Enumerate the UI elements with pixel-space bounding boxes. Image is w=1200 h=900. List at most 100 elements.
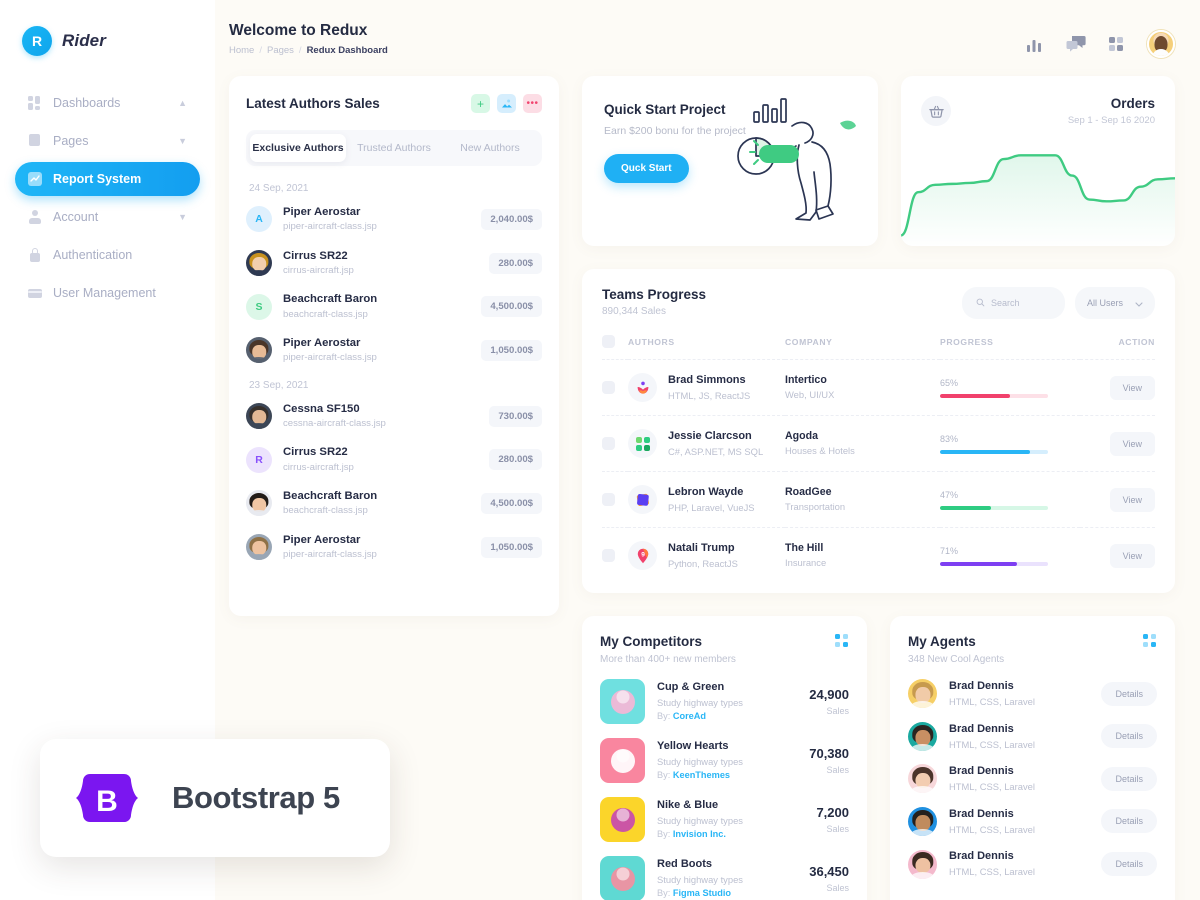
orders-header: Orders Sep 1 - Sep 16 2020 — [901, 76, 1175, 126]
topbar-icons — [1024, 22, 1175, 58]
list-item-text: Piper Aerostar piper-aircraft-class.jsp — [283, 533, 470, 562]
all-users-filter[interactable]: All Users — [1074, 287, 1155, 319]
dots-grid-icon[interactable] — [1143, 634, 1157, 648]
list-item[interactable]: A Piper Aerostar piper-aircraft-class.jsp 2… — [246, 205, 542, 234]
list-item[interactable]: Brad Dennis HTML, CSS, Laravel Details — [908, 849, 1157, 879]
sidebar-item-report-system[interactable]: Report System — [15, 162, 200, 196]
page-heading: Welcome to Redux Home / Pages / Redux Da… — [229, 22, 388, 56]
my-agents-title: My Agents — [908, 634, 976, 649]
details-button[interactable]: Details — [1101, 766, 1157, 791]
list-item[interactable]: Piper Aerostar piper-aircraft-class.jsp 1,… — [246, 336, 542, 365]
list-item[interactable]: Beachcraft Baron beachcraft-class.jsp 4,50… — [246, 489, 542, 518]
table-row[interactable]: Brad Simmons HTML, JS, ReactJS Intertico We… — [602, 359, 1155, 416]
table-row[interactable]: Lebron Wayde PHP, Laravel, VueJS RoadGee Tr… — [602, 471, 1155, 528]
list-item-text: Beachcraft Baron beachcraft-class.jsp — [283, 489, 470, 518]
grid-icon[interactable] — [1106, 34, 1126, 54]
list-item[interactable]: Piper Aerostar piper-aircraft-class.jsp 1,… — [246, 533, 542, 562]
list-item[interactable]: Brad Dennis HTML, CSS, Laravel Details — [908, 806, 1157, 837]
topbar: Welcome to Redux Home / Pages / Redux Da… — [229, 22, 1175, 58]
sidebar-item-pages[interactable]: Pages ▼ — [15, 124, 200, 158]
author-name: Cirrus SR22 — [283, 446, 348, 459]
latest-authors-sales-card: Latest Authors Sales + ••• Exclusive Aut… — [229, 76, 559, 616]
image-icon[interactable] — [497, 94, 516, 113]
select-all-checkbox[interactable] — [602, 335, 615, 348]
sidebar-item-authentication[interactable]: Authentication — [15, 238, 200, 272]
sidebar-item-account[interactable]: Account ▼ — [15, 200, 200, 234]
breadcrumb-home[interactable]: Home — [229, 45, 254, 56]
list-item-text: Brad Dennis HTML, CSS, Laravel — [949, 722, 1089, 752]
list-item-text: Brad Dennis HTML, CSS, Laravel — [949, 807, 1089, 837]
avatar — [246, 250, 272, 276]
card-titles: My Competitors More than 400+ new member… — [600, 634, 736, 665]
list-item[interactable]: S Beachcraft Baron beachcraft-class.jsp 4,5… — [246, 292, 542, 321]
competitor-author[interactable]: KeenThemes — [673, 770, 730, 780]
tab-exclusive-authors[interactable]: Exclusive Authors — [250, 134, 346, 162]
agent-name: Brad Dennis — [949, 807, 1014, 820]
plus-icon[interactable]: + — [471, 94, 490, 113]
agent-name: Brad Dennis — [949, 850, 1014, 863]
table-row[interactable]: Jessie Clarcson C#, ASP.NET, MS SQL Agoda H… — [602, 415, 1155, 472]
row-checkbox[interactable] — [602, 549, 615, 562]
product-thumbnail — [600, 797, 645, 842]
list-item[interactable]: Brad Dennis HTML, CSS, Laravel Details — [908, 721, 1157, 752]
row-checkbox[interactable] — [602, 493, 615, 506]
details-button[interactable]: Details — [1101, 809, 1157, 834]
competitor-value: 24,900 — [809, 686, 849, 702]
breadcrumb-pages[interactable]: Pages — [267, 45, 294, 56]
company-cell: Agoda Houses & Hotels — [785, 415, 940, 472]
list-item[interactable]: Yellow Hearts Study highway types By: Keen… — [600, 738, 849, 783]
sidebar-item-dashboards[interactable]: Dashboards ▲ — [15, 86, 200, 120]
list-item[interactable]: Red Boots Study highway types By: Figma St… — [600, 856, 849, 900]
row-checkbox[interactable] — [602, 381, 615, 394]
competitor-author[interactable]: CoreAd — [673, 711, 706, 721]
list-item[interactable]: Cessna SF150 cessna-aircraft-class.jsp 730… — [246, 402, 542, 431]
by-prefix: By: — [657, 828, 671, 839]
company-name: The Hill — [785, 542, 824, 554]
list-item[interactable]: Brad Dennis HTML, CSS, Laravel Details — [908, 679, 1157, 709]
avatar — [246, 337, 272, 364]
tab-new-authors[interactable]: New Authors — [442, 134, 538, 162]
table-row[interactable]: 9 Natali Trump Python, ReactJS The Hill Insu… — [602, 528, 1155, 584]
view-button[interactable]: View — [1109, 543, 1155, 568]
competitor-author[interactable]: Invision Inc. — [673, 829, 726, 839]
bar-chart-icon[interactable] — [1024, 34, 1044, 54]
row-checkbox[interactable] — [602, 437, 615, 450]
list-item[interactable]: Cup & Green Study highway types By: CoreAd… — [600, 679, 849, 724]
company-category: Houses & Hotels — [785, 445, 855, 457]
more-icon[interactable]: ••• — [523, 94, 542, 113]
brand-logo-icon: R — [22, 26, 52, 56]
orders-line-chart — [901, 136, 1175, 246]
avatar[interactable] — [1147, 30, 1175, 58]
author-name: Beachcraft Baron — [283, 490, 378, 503]
competitor-author[interactable]: Figma Studio — [673, 888, 731, 898]
view-button[interactable]: View — [1109, 487, 1155, 512]
view-button[interactable]: View — [1109, 375, 1155, 400]
list-item[interactable]: Nike & Blue Study highway types By: Invisi… — [600, 797, 849, 842]
report-icon — [28, 172, 42, 186]
details-button[interactable]: Details — [1101, 852, 1157, 877]
list-item[interactable]: R Cirrus SR22 cirrus-aircraft.jsp 280.00$ — [246, 445, 542, 474]
chat-icon[interactable] — [1065, 34, 1086, 54]
list-item-text: Piper Aerostar piper-aircraft-class.jsp — [283, 336, 470, 365]
search-input[interactable]: Search — [961, 287, 1065, 319]
details-button[interactable]: Details — [1101, 724, 1157, 749]
view-button[interactable]: View — [1109, 431, 1155, 456]
agents-list: Brad Dennis HTML, CSS, Laravel Details Brad… — [908, 679, 1157, 879]
sidebar-item-user-management[interactable]: User Management — [15, 276, 200, 310]
sidebar-item-label: User Management — [53, 286, 156, 300]
list-item[interactable]: Brad Dennis HTML, CSS, Laravel Details — [908, 764, 1157, 794]
chevron-down-icon — [1135, 294, 1143, 312]
list-item-text: Brad Dennis HTML, CSS, Laravel — [949, 849, 1089, 879]
progress-percent: 71% — [940, 545, 959, 556]
details-button[interactable]: Details — [1101, 681, 1157, 706]
breadcrumb-current: Redux Dashboard — [306, 45, 388, 56]
dots-grid-icon[interactable] — [835, 634, 849, 648]
tab-trusted-authors[interactable]: Trusted Authors — [346, 134, 442, 162]
competitor-name: Red Boots — [657, 857, 712, 870]
quick-start-button[interactable]: Quck Start — [604, 154, 689, 183]
list-item[interactable]: Cirrus SR22 cirrus-aircraft.jsp 280.00$ — [246, 249, 542, 278]
avatar: S — [246, 293, 272, 320]
avatar: A — [246, 206, 272, 233]
brand[interactable]: R Rider — [0, 26, 215, 56]
orders-titles: Orders Sep 1 - Sep 16 2020 — [1068, 96, 1155, 126]
